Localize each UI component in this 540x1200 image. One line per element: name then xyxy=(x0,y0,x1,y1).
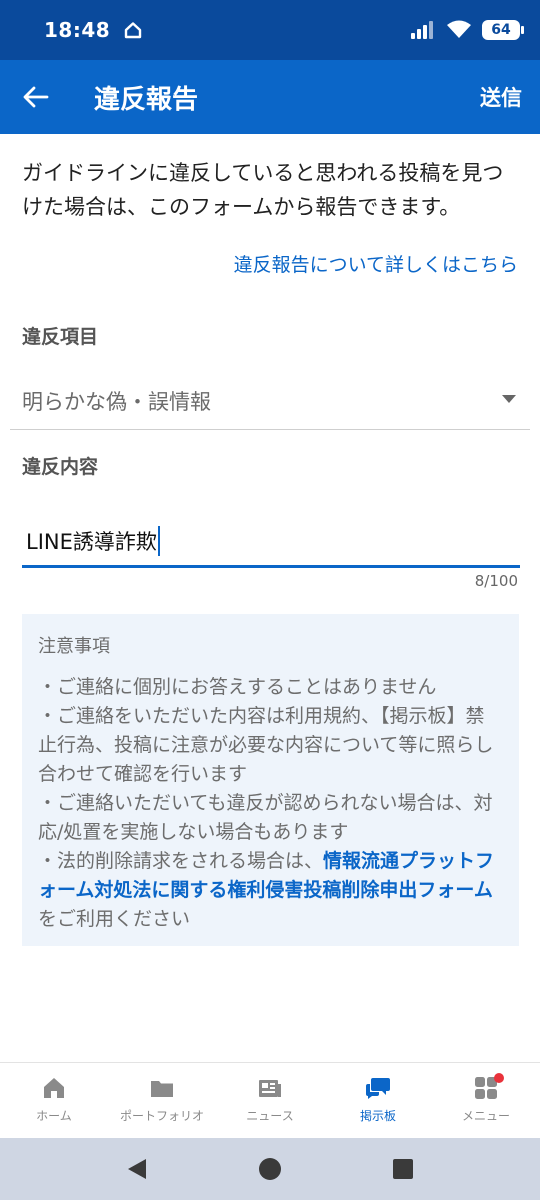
text-cursor xyxy=(157,525,160,556)
battery-level: 64 xyxy=(491,22,511,38)
back-button[interactable] xyxy=(0,60,72,134)
signal-icon xyxy=(411,21,433,39)
status-time: 18:48 xyxy=(44,18,111,42)
nav-item-home[interactable]: ホーム xyxy=(0,1063,108,1138)
system-nav-bar xyxy=(0,1138,540,1200)
chat-bubbles-icon xyxy=(366,1078,390,1099)
app-bar: 違反報告 送信 xyxy=(0,60,540,134)
nav-item-board[interactable]: 掲示板 xyxy=(324,1063,432,1138)
nav-item-news[interactable]: ニュース xyxy=(216,1063,324,1138)
notice-title: 注意事項 xyxy=(38,636,110,657)
notice-line-4-prefix: ・法的削除請求をされる場合は、 xyxy=(38,850,324,872)
home-icon xyxy=(44,1078,64,1098)
nav-label-home: ホーム xyxy=(36,1109,72,1123)
send-button[interactable]: 送信 xyxy=(480,82,522,112)
details-link[interactable]: 違反報告について詳しくはこちら xyxy=(234,250,518,277)
wifi-icon xyxy=(447,20,471,38)
status-bar: 18:48 64 xyxy=(0,0,540,60)
notice-line-4-suffix: をご利用ください xyxy=(38,908,191,930)
system-recents-icon[interactable] xyxy=(392,1158,414,1180)
notice-line-1: ・ご連絡に個別にお答えすることはありません xyxy=(38,676,437,698)
status-icons: 64 xyxy=(410,20,524,40)
battery-indicator: 64 xyxy=(482,20,524,40)
caret-down-icon xyxy=(502,395,516,403)
home-outline-icon xyxy=(124,22,142,39)
nav-label-menu: メニュー xyxy=(461,1109,510,1123)
content-label: 違反内容 xyxy=(22,456,99,478)
folder-icon xyxy=(151,1081,173,1097)
arrow-left-icon xyxy=(23,86,49,108)
system-back-icon[interactable] xyxy=(126,1157,148,1181)
notice-line-3: ・ご連絡いただいても違反が認められない場合は、対応/処置を実施しない場合もありま… xyxy=(38,792,493,843)
nav-label-portfolio: ポートフォリオ xyxy=(119,1109,204,1123)
content-input[interactable]: LINE誘導詐欺 xyxy=(22,516,520,568)
page-title: 違反報告 xyxy=(94,84,199,115)
nav-label-board: 掲示板 xyxy=(359,1109,396,1123)
notice-line-2: ・ご連絡をいただいた内容は利用規約、【掲示板】禁止行為、投稿に注意が必要な内容に… xyxy=(38,705,494,785)
nav-item-menu[interactable]: メニュー xyxy=(432,1063,540,1138)
category-select[interactable]: 明らかな偽・誤情報 xyxy=(10,372,530,430)
notice-box: 注意事項 ・ご連絡に個別にお答えすることはありません ・ご連絡をいただいた内容は… xyxy=(22,614,519,946)
bottom-nav: ホーム ポートフォリオ ニュース 掲示板 メニュー xyxy=(0,1062,540,1138)
category-label: 違反項目 xyxy=(22,326,99,348)
nav-item-portfolio[interactable]: ポートフォリオ xyxy=(108,1063,216,1138)
newspaper-icon xyxy=(259,1080,281,1097)
notice-line-4: ・法的削除請求をされる場合は、情報流通プラットフォーム対処法に関する権利侵害投稿… xyxy=(38,847,503,934)
nav-label-news: ニュース xyxy=(246,1109,294,1123)
intro-text: ガイドラインに違反していると思われる投稿を見つけた場合は、このフォームから報告で… xyxy=(22,161,504,219)
content-value: LINE誘導詐欺 xyxy=(26,529,157,554)
char-counter: 8/100 xyxy=(474,572,518,590)
category-value: 明らかな偽・誤情報 xyxy=(22,389,211,414)
notification-badge xyxy=(494,1073,504,1083)
system-home-icon[interactable] xyxy=(258,1157,282,1181)
